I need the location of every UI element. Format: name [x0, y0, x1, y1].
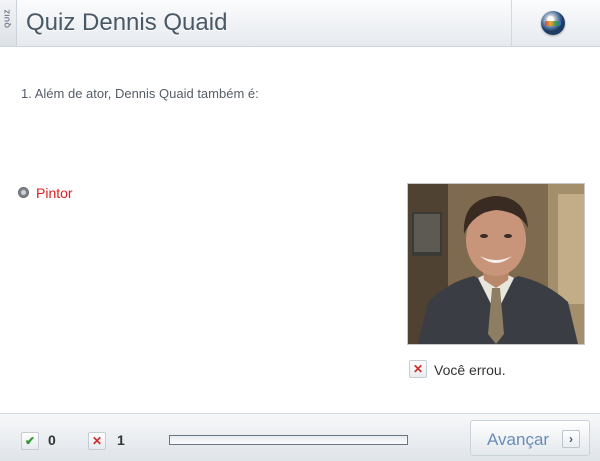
radio-selected-icon[interactable]: [18, 187, 29, 198]
answer-option-label[interactable]: Pintor: [36, 185, 73, 201]
correct-count: 0: [48, 432, 56, 448]
header-bar: QUIZ Quiz Dennis Quaid: [0, 0, 600, 47]
wrong-count: 1: [117, 432, 125, 448]
next-button[interactable]: Avançar ›: [470, 420, 590, 456]
x-icon: ✕: [409, 360, 427, 378]
globo-logo-icon: [541, 11, 565, 35]
header-divider: [511, 0, 512, 46]
quiz-side-tab: QUIZ: [0, 0, 17, 46]
progress-bar: [169, 435, 408, 445]
page-title: Quiz Dennis Quaid: [26, 9, 228, 36]
check-icon: ✔: [21, 432, 39, 450]
feedback-text: Você errou.: [434, 362, 506, 378]
next-button-label[interactable]: Avançar: [487, 430, 549, 450]
question-text: 1. Além de ator, Dennis Quaid também é:: [21, 86, 259, 101]
quiz-tab-label: QUIZ: [4, 9, 12, 28]
x-icon: ✕: [88, 432, 106, 450]
chevron-right-icon[interactable]: ›: [562, 430, 580, 448]
footer-bar: ✔ 0 ✕ 1 Avançar ›: [0, 413, 600, 461]
portrait-photo: [407, 183, 585, 345]
